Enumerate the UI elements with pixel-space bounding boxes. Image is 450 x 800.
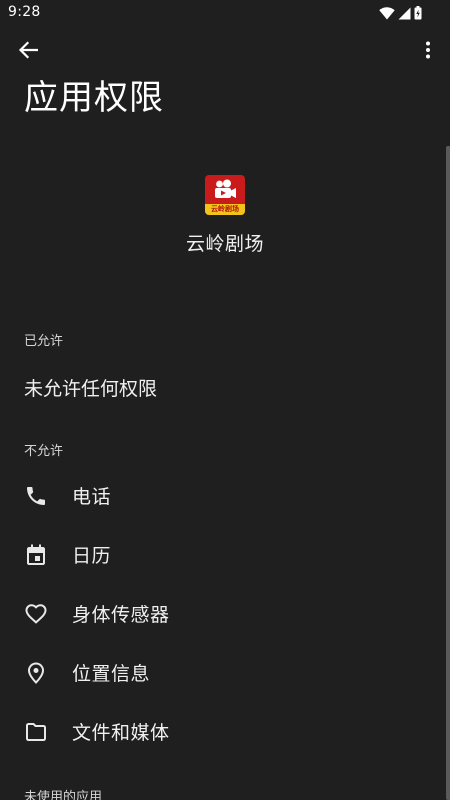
status-icons <box>379 5 422 21</box>
app-icon-caption: 云岭剧场 <box>211 205 239 213</box>
app-bar <box>0 32 450 72</box>
heart-icon <box>24 602 48 626</box>
app-permissions-screen: 9:28 应用权限 云岭剧场 云岭剧场 已允许 未允许任何权限 不允许 电话 日… <box>0 0 450 800</box>
permission-item-files-media[interactable]: 文件和媒体 <box>0 707 446 757</box>
permission-label-phone: 电话 <box>72 486 112 508</box>
app-icon: 云岭剧场 <box>205 175 245 215</box>
status-bar: 9:28 <box>0 0 450 26</box>
signal-icon <box>398 7 411 20</box>
phone-icon <box>24 484 48 508</box>
app-header: 云岭剧场 云岭剧场 <box>0 175 450 256</box>
calendar-icon <box>24 543 48 567</box>
no-permissions-allowed-text: 未允许任何权限 <box>24 378 158 400</box>
more-vert-icon <box>425 41 431 63</box>
back-button[interactable] <box>12 38 44 66</box>
arrow-back-icon <box>18 41 39 63</box>
battery-icon <box>414 6 422 20</box>
permission-label-location: 位置信息 <box>72 663 151 685</box>
permission-item-location[interactable]: 位置信息 <box>0 648 446 698</box>
permission-item-calendar[interactable]: 日历 <box>0 530 446 580</box>
app-name: 云岭剧场 <box>185 233 264 255</box>
wifi-icon <box>379 6 395 20</box>
unused-apps-section-label: 未使用的应用 <box>24 790 103 800</box>
folder-icon <box>24 720 48 744</box>
permission-label-body-sensors: 身体传感器 <box>72 604 170 626</box>
permission-label-calendar: 日历 <box>72 545 112 567</box>
permission-label-files-media: 文件和媒体 <box>72 722 170 744</box>
allowed-section-label: 已允许 <box>24 334 64 349</box>
video-camera-icon <box>215 179 236 198</box>
status-time: 9:28 <box>8 4 41 20</box>
location-pin-icon <box>24 661 48 685</box>
not-allowed-section-label: 不允许 <box>24 444 64 459</box>
permission-item-body-sensors[interactable]: 身体传感器 <box>0 589 446 639</box>
page-title: 应用权限 <box>24 78 164 118</box>
more-options-button[interactable] <box>416 38 440 66</box>
permission-item-phone[interactable]: 电话 <box>0 471 446 521</box>
